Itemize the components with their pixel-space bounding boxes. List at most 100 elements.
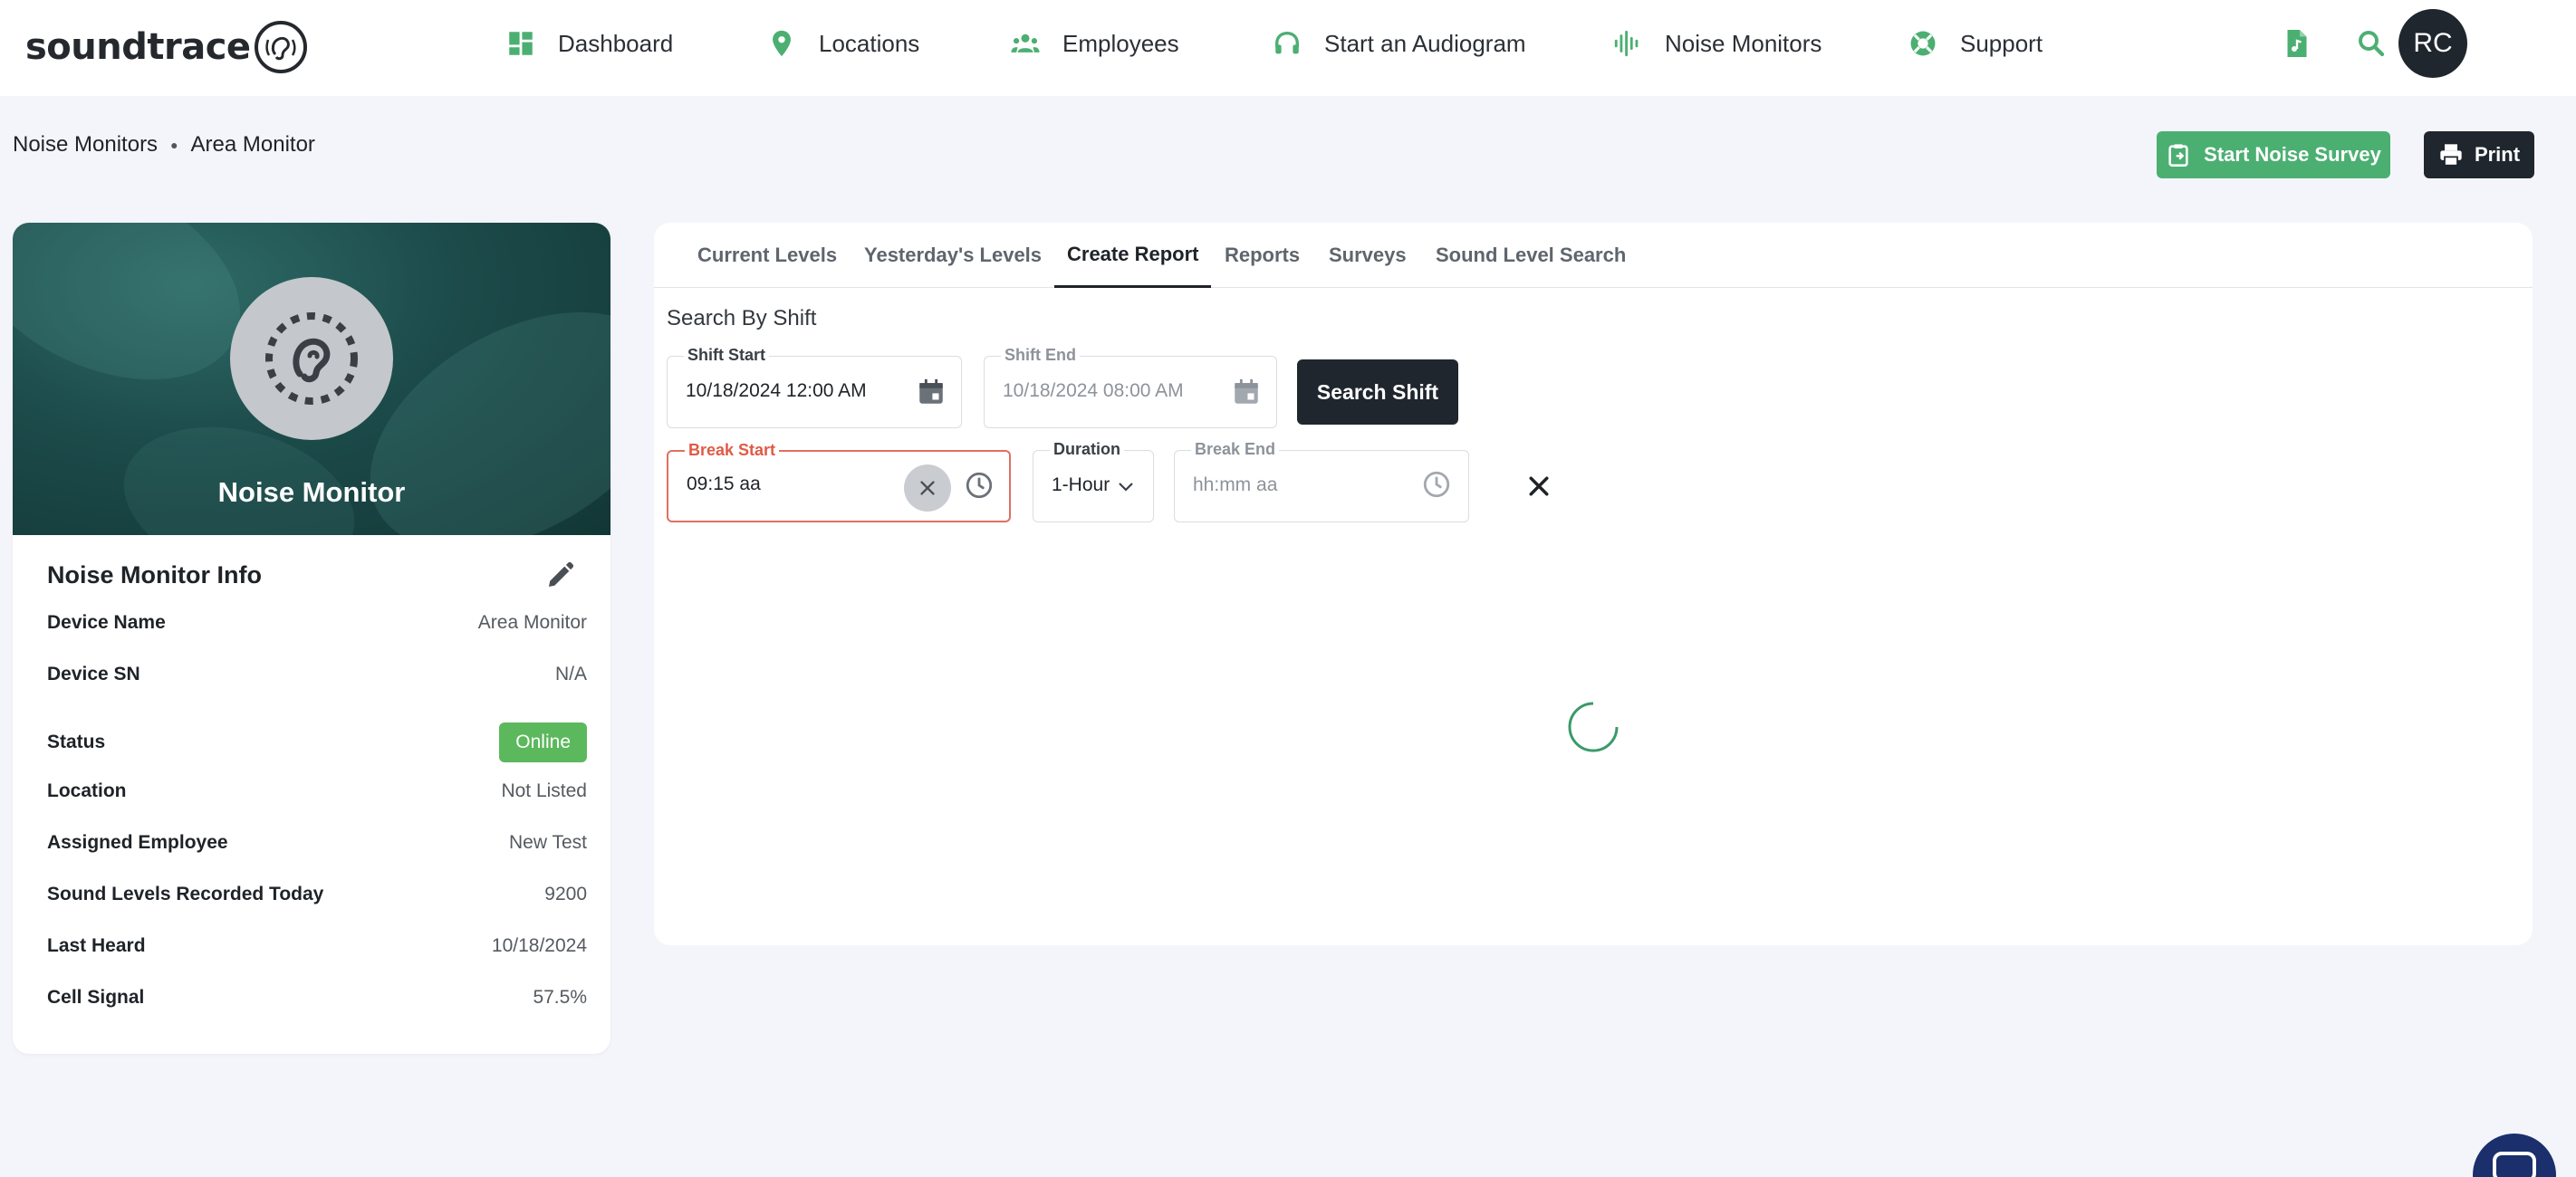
info-key: Sound Levels Recorded Today <box>47 884 324 904</box>
top-navbar: soundtrace Dashboard Locations Employees… <box>0 0 2576 96</box>
break-start-field[interactable]: Break Start 09:15 aa <box>667 441 1011 522</box>
break-end-label: Break End <box>1191 440 1280 459</box>
nav-employees[interactable]: Employees <box>1010 0 1179 87</box>
nav-employees-label: Employees <box>1062 29 1179 57</box>
clock-icon[interactable] <box>1421 469 1452 500</box>
edit-pencil-icon[interactable] <box>543 560 576 592</box>
nav-support-label: Support <box>1960 29 2043 57</box>
calendar-icon[interactable] <box>916 377 947 407</box>
info-value: New Test <box>509 832 587 853</box>
section-title: Search By Shift <box>667 306 817 330</box>
info-value: 57.5% <box>533 987 587 1008</box>
report-panel: Current Levels Yesterday's Levels Create… <box>654 223 2533 945</box>
info-row-location: Location Not Listed <box>47 780 587 802</box>
breadcrumb-parent[interactable]: Noise Monitors <box>13 132 158 158</box>
nav-locations[interactable]: Locations <box>766 0 919 87</box>
info-value: 9200 <box>544 884 587 904</box>
duration-value: 1-Hour <box>1052 474 1110 495</box>
tab-sound-level-search[interactable]: Sound Level Search <box>1436 223 1626 288</box>
headphones-icon <box>1274 31 1300 54</box>
nav-start-audiogram-label: Start an Audiogram <box>1324 29 1526 57</box>
noise-monitor-ear-icon <box>230 277 393 440</box>
chat-icon <box>2493 1152 2536 1177</box>
info-row-cell-signal: Cell Signal 57.5% <box>47 987 587 1009</box>
lifebuoy-icon <box>1910 31 1936 56</box>
calendar-icon[interactable] <box>1231 377 1262 407</box>
audio-file-icon[interactable] <box>2281 27 2313 60</box>
nav-dashboard[interactable]: Dashboard <box>505 0 673 87</box>
nav-noise-monitors[interactable]: Noise Monitors <box>1612 0 1821 87</box>
duration-label: Duration <box>1050 440 1124 459</box>
location-pin-icon <box>773 30 791 57</box>
info-row-device-name: Device Name Area Monitor <box>47 612 587 634</box>
shift-end-value: 10/18/2024 08:00 AM <box>1003 380 1184 401</box>
info-row-status: Status Online <box>47 722 587 762</box>
device-info-title: Noise Monitor Info <box>47 561 262 588</box>
device-hero-title: Noise Monitor <box>217 476 406 508</box>
break-start-value: 09:15 aa <box>687 474 761 494</box>
shift-start-value: 10/18/2024 12:00 AM <box>686 380 867 401</box>
device-hero: Noise Monitor <box>13 223 610 535</box>
info-key: Device Name <box>47 612 166 633</box>
breadcrumb-current: Area Monitor <box>190 132 315 157</box>
info-value: Area Monitor <box>477 612 587 633</box>
user-avatar[interactable]: RC <box>2398 9 2467 78</box>
tab-current-levels[interactable]: Current Levels <box>697 223 837 288</box>
info-row-last-heard: Last Heard 10/18/2024 <box>47 935 587 957</box>
tab-create-report[interactable]: Create Report <box>1054 223 1212 288</box>
shift-start-field[interactable]: Shift Start 10/18/2024 12:00 AM <box>667 346 962 428</box>
tab-surveys[interactable]: Surveys <box>1329 223 1407 288</box>
device-info-card: Noise Monitor Noise Monitor Info Device … <box>13 223 610 1054</box>
info-key: Cell Signal <box>47 987 145 1008</box>
info-key: Last Heard <box>47 935 146 956</box>
shift-end-label: Shift End <box>1001 346 1080 365</box>
brand-name: soundtrace <box>25 26 251 68</box>
hero-texture <box>13 223 274 421</box>
info-key: Device SN <box>47 664 140 684</box>
breadcrumb: Noise Monitors ● Area Monitor <box>13 132 315 158</box>
duration-select[interactable]: Duration 1-Hour <box>1033 440 1154 522</box>
print-label: Print <box>2474 143 2521 166</box>
print-button[interactable]: Print <box>2424 131 2534 178</box>
info-value: 10/18/2024 <box>491 935 587 956</box>
clear-break-start-button[interactable] <box>904 464 951 512</box>
status-badge: Online <box>499 722 587 762</box>
shift-end-field[interactable]: Shift End 10/18/2024 08:00 AM <box>984 346 1277 428</box>
chat-widget-button[interactable] <box>2473 1134 2556 1177</box>
info-row-assigned-employee: Assigned Employee New Test <box>47 832 587 854</box>
tab-bar: Current Levels Yesterday's Levels Create… <box>654 223 2533 288</box>
chevron-down-icon <box>1119 483 1133 492</box>
breadcrumb-separator: ● <box>170 138 178 152</box>
start-noise-survey-button[interactable]: Start Noise Survey <box>2157 131 2390 178</box>
start-noise-survey-label: Start Noise Survey <box>2204 143 2381 166</box>
break-end-field[interactable]: Break End hh:mm aa <box>1174 440 1469 522</box>
nav-noise-monitors-label: Noise Monitors <box>1665 29 1822 57</box>
nav-locations-label: Locations <box>819 29 920 57</box>
tab-yesterdays-levels[interactable]: Yesterday's Levels <box>864 223 1042 288</box>
loading-spinner-icon <box>1568 702 1619 752</box>
people-icon <box>1011 33 1040 53</box>
info-key: Status <box>47 732 106 752</box>
tab-reports[interactable]: Reports <box>1225 223 1300 288</box>
shift-start-label: Shift Start <box>684 346 770 365</box>
nav-support[interactable]: Support <box>1908 0 2043 87</box>
close-icon <box>920 481 935 495</box>
search-shift-button[interactable]: Search Shift <box>1297 359 1458 425</box>
ear-logo-icon <box>254 21 307 73</box>
clock-icon[interactable] <box>964 470 995 501</box>
info-value: Not Listed <box>501 780 587 801</box>
nav-start-audiogram[interactable]: Start an Audiogram <box>1272 0 1526 87</box>
printer-icon <box>2440 144 2462 167</box>
info-key: Assigned Employee <box>47 832 228 853</box>
search-icon[interactable] <box>2355 27 2388 60</box>
break-start-label: Break Start <box>685 441 780 460</box>
nav-dashboard-label: Dashboard <box>558 29 674 57</box>
clipboard-icon <box>2168 144 2188 167</box>
info-row-sound-levels-today: Sound Levels Recorded Today 9200 <box>47 884 587 905</box>
remove-break-icon[interactable] <box>1525 473 1552 500</box>
info-key: Location <box>47 780 127 801</box>
info-value: N/A <box>554 664 587 684</box>
break-end-placeholder: hh:mm aa <box>1193 474 1278 495</box>
sound-wave-icon <box>1614 30 1639 57</box>
brand-logo[interactable]: soundtrace <box>25 18 307 76</box>
